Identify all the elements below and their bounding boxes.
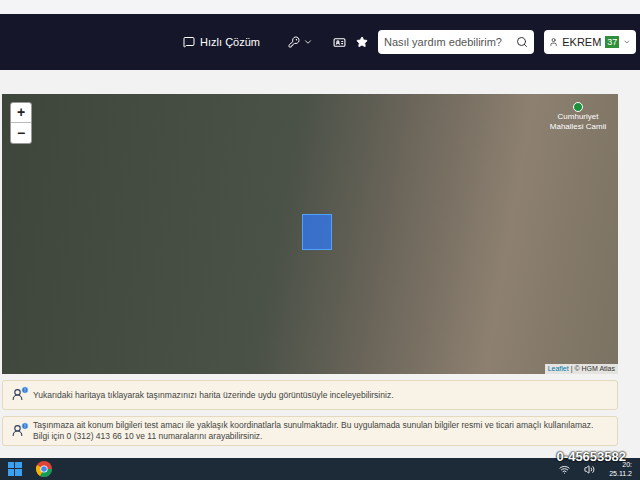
search-field[interactable]: Nasıl yardım edebilirim? xyxy=(378,30,534,54)
quick-solution-button[interactable]: Hızlı Çözüm xyxy=(183,34,260,51)
leaflet-link[interactable]: Leaflet xyxy=(548,364,569,374)
taskbar: 20:25.11.2 xyxy=(0,458,640,480)
screen: Hızlı Çözüm Nasıl yardım edebilirim? EKREM… xyxy=(0,0,640,480)
key-menu-button[interactable] xyxy=(288,36,313,48)
chat-icon xyxy=(183,36,195,48)
star-icon[interactable] xyxy=(356,36,368,48)
zoom-out-button[interactable]: − xyxy=(11,123,31,143)
search-icon xyxy=(516,36,528,48)
top-strip xyxy=(0,0,640,14)
key-icon xyxy=(288,36,300,48)
map[interactable]: +− Cumhuriyet Mahallesi Camii Leaflet| © H… xyxy=(2,94,618,374)
header-bar: Hızlı Çözüm Nasıl yardım edebilirim? EKREM… xyxy=(0,14,640,70)
chrome-icon[interactable] xyxy=(36,461,52,477)
zoom-in-button[interactable]: + xyxy=(11,103,31,123)
mosque-pin-icon xyxy=(573,102,583,112)
wifi-icon[interactable] xyxy=(559,464,570,475)
user-icon xyxy=(549,36,558,48)
content: +− Cumhuriyet Mahallesi Camii Leaflet| © H… xyxy=(0,70,640,458)
user-menu-button[interactable]: EKREM37 xyxy=(544,30,636,54)
volume-icon[interactable] xyxy=(584,464,595,475)
watermark: 0-45653582 xyxy=(557,447,626,467)
poi-mosque[interactable]: Cumhuriyet Mahallesi Camii xyxy=(542,102,614,132)
notice-box: Taşınmaza ait konum bilgileri test amacı… xyxy=(2,416,618,446)
notice-icon xyxy=(11,424,27,438)
chevron-down-icon xyxy=(303,37,313,47)
chevron-down-icon xyxy=(623,37,631,47)
selected-parcel[interactable] xyxy=(302,214,332,250)
notice-icon xyxy=(11,388,27,402)
map-attribution: Leaflet| © HGM Atlas xyxy=(545,364,618,374)
id-card-icon[interactable] xyxy=(333,36,346,49)
windows-start-icon[interactable] xyxy=(8,462,22,476)
notice-box: Yukarıdaki haritaya tıklayarak taşınmazı… xyxy=(2,380,618,410)
user-badge: 37 xyxy=(605,36,619,48)
zoom-control: +− xyxy=(10,102,32,144)
